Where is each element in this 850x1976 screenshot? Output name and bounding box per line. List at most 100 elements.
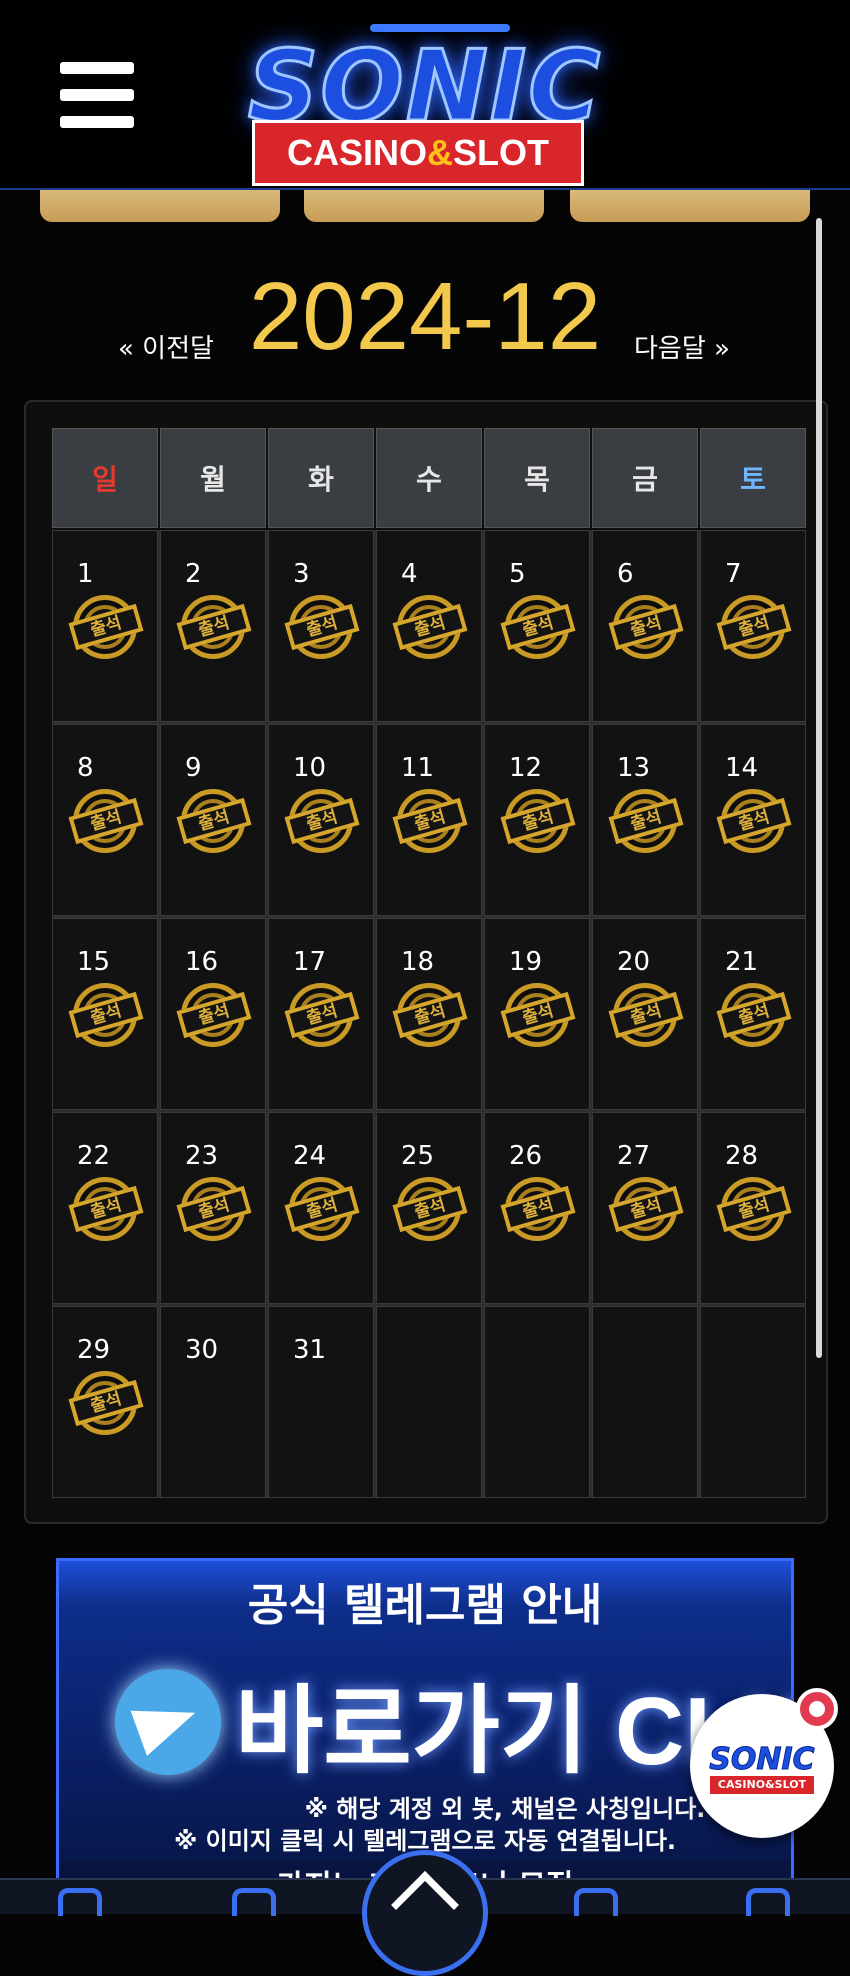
attendance-stamp-icon: 출석 [175,593,257,659]
day-cell[interactable]: 16 출석 [160,918,266,1110]
day-cell[interactable]: 6 출석 [592,530,698,722]
day-cell[interactable]: 10 출석 [268,724,374,916]
day-number: 11 [401,753,435,783]
day-number: 28 [725,1141,759,1171]
day-number: 30 [185,1335,219,1365]
attendance-stamp-icon: 출석 [283,1175,365,1241]
day-cell[interactable]: 20 출석 [592,918,698,1110]
attendance-stamp-icon: 출석 [67,1369,149,1435]
nav-item-2-icon[interactable] [232,1888,276,1916]
day-cell [376,1306,482,1498]
day-cell[interactable]: 24 출석 [268,1112,374,1304]
tab-button-2[interactable] [304,190,544,222]
attendance-stamp-icon: 출석 [175,1175,257,1241]
day-cell[interactable]: 18 출석 [376,918,482,1110]
home-button[interactable] [362,1850,488,1976]
day-cell[interactable]: 29 출석 [52,1306,158,1498]
attendance-stamp-icon: 출석 [67,593,149,659]
attendance-stamp-icon: 출석 [715,981,797,1047]
day-cell[interactable]: 19 출석 [484,918,590,1110]
attendance-stamp-icon: 출석 [391,593,473,659]
weekday-wed: 수 [376,428,482,528]
day-cell[interactable]: 17 출석 [268,918,374,1110]
telegram-icon [115,1669,221,1775]
attendance-stamp-icon: 출석 [283,787,365,853]
day-cell[interactable]: 9 출석 [160,724,266,916]
day-grid: 1 출석 2 출석 3 출석 4 출석 5 출석 6 출석 7 출석 8 출석 9 출석 10 출석 11 출석 12 출석 1… [52,530,806,1498]
floating-logo-sub: CASINO&SLOT [710,1776,814,1794]
tab-button-3[interactable] [570,190,810,222]
day-cell[interactable]: 14 출석 [700,724,806,916]
day-cell [700,1306,806,1498]
logo-sub-text: CASINO&SLOT [252,120,584,186]
attendance-stamp-icon: 출석 [499,593,581,659]
site-logo[interactable]: SONIC CASINO&SLOT [230,24,610,186]
menu-icon[interactable] [60,62,134,128]
attendance-stamp-icon: 출석 [175,787,257,853]
nav-item-4-icon[interactable] [574,1888,618,1916]
day-number: 3 [293,559,310,589]
nav-item-1-icon[interactable] [58,1888,102,1916]
day-number: 17 [293,947,327,977]
day-cell[interactable]: 27 출석 [592,1112,698,1304]
attendance-stamp-icon: 출석 [67,787,149,853]
day-number: 27 [617,1141,651,1171]
logo-sub-amp: & [427,132,453,173]
day-cell[interactable]: 22 출석 [52,1112,158,1304]
weekday-thu: 목 [484,428,590,528]
weekday-header: 일 월 화 수 목 금 토 [52,428,806,528]
attendance-stamp-icon: 출석 [67,1175,149,1241]
logo-sub-right: SLOT [453,132,549,173]
day-number: 24 [293,1141,327,1171]
day-number: 14 [725,753,759,783]
day-cell[interactable]: 21 출석 [700,918,806,1110]
weekday-sun: 일 [52,428,158,528]
weekday-fri: 금 [592,428,698,528]
day-cell[interactable]: 26 출석 [484,1112,590,1304]
logo-sub-left: CASINO [286,132,427,173]
attendance-stamp-icon: 출석 [607,1175,689,1241]
next-month-link[interactable]: 다음달 » [634,328,730,365]
attendance-calendar: 일 월 화 수 목 금 토 1 출석 2 출석 3 출석 4 출석 5 출석 6 출석 7 출석 8 출석 9 출… [24,400,828,1524]
day-number: 29 [77,1335,111,1365]
tab-button-1[interactable] [40,190,280,222]
day-cell[interactable]: 25 출석 [376,1112,482,1304]
day-cell[interactable]: 15 출석 [52,918,158,1110]
day-cell[interactable]: 23 출석 [160,1112,266,1304]
day-cell[interactable]: 4 출석 [376,530,482,722]
day-cell[interactable]: 3 출석 [268,530,374,722]
nav-item-5-icon[interactable] [746,1888,790,1916]
attendance-stamp-icon: 출석 [715,787,797,853]
telegram-banner[interactable]: 공식 텔레그램 안내 바로가기 CLICK ※ 해당 계정 외 봇, 채널은 사… [56,1558,794,1888]
attendance-stamp-icon: 출석 [391,981,473,1047]
day-cell[interactable]: 1 출석 [52,530,158,722]
day-cell[interactable]: 8 출석 [52,724,158,916]
day-cell[interactable]: 2 출석 [160,530,266,722]
day-number: 9 [185,753,202,783]
day-cell[interactable]: 28 출석 [700,1112,806,1304]
day-cell[interactable]: 11 출석 [376,724,482,916]
day-cell[interactable]: 31 [268,1306,374,1498]
close-icon[interactable] [796,1688,838,1730]
day-number: 6 [617,559,634,589]
day-cell[interactable]: 7 출석 [700,530,806,722]
day-cell[interactable]: 30 [160,1306,266,1498]
day-number: 8 [77,753,94,783]
day-cell[interactable]: 12 출석 [484,724,590,916]
prev-month-link[interactable]: « 이전달 [118,328,214,365]
day-number: 4 [401,559,418,589]
weekday-sat: 토 [700,428,806,528]
scrollbar[interactable] [816,218,822,1358]
day-cell[interactable]: 13 출석 [592,724,698,916]
banner-title: 공식 텔레그램 안내 [247,1580,603,1631]
day-number: 19 [509,947,543,977]
day-number: 5 [509,559,526,589]
attendance-stamp-icon: 출석 [499,787,581,853]
month-navigation: « 이전달 2024-12 다음달 » [0,262,850,372]
day-number: 18 [401,947,435,977]
day-number: 13 [617,753,651,783]
attendance-stamp-icon: 출석 [607,593,689,659]
day-number: 22 [77,1141,111,1171]
day-cell[interactable]: 5 출석 [484,530,590,722]
day-number: 26 [509,1141,543,1171]
